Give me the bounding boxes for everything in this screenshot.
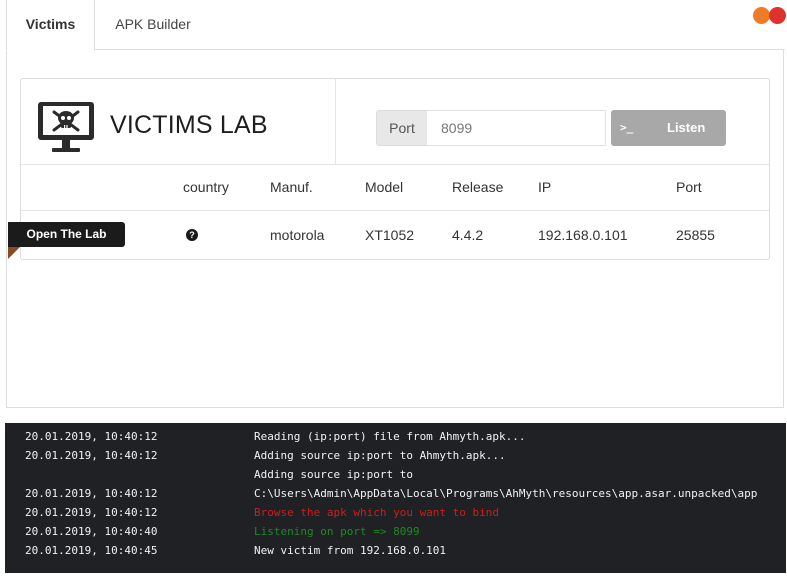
port-input[interactable]: [427, 110, 606, 146]
cell-model: XT1052: [365, 227, 415, 243]
table-row[interactable]: ? motorola XT1052 4.4.2 192.168.0.101 25…: [21, 211, 769, 259]
victims-lab-card: VICTIMS LAB Port >_ Listen country Manuf…: [20, 78, 770, 260]
log-message: C:\Users\Admin\AppData\Local\Programs\Ah…: [254, 487, 758, 500]
log-message: Reading (ip:port) file from Ahmyth.apk..…: [254, 430, 526, 443]
log-entry: 20.01.2019, 10:40:12 Adding source ip:po…: [5, 446, 786, 465]
log-message-error: Browse the apk which you want to bind: [254, 506, 500, 519]
listen-label: Listen: [667, 120, 706, 135]
log-message-success: Listening on port => 8099: [254, 525, 420, 538]
log-timestamp: 20.01.2019, 10:40:12: [25, 506, 158, 519]
log-timestamp: 20.01.2019, 10:40:12: [25, 487, 158, 500]
log-entry: Adding source ip:port to: [5, 465, 786, 484]
cell-manuf: motorola: [270, 227, 325, 243]
minimize-button[interactable]: [753, 7, 770, 24]
log-message: Adding source ip:port to: [254, 468, 413, 481]
cell-ip: 192.168.0.101: [538, 227, 628, 243]
question-circle-icon: ?: [186, 229, 198, 241]
tab-apk-builder[interactable]: APK Builder: [105, 0, 201, 50]
cell-release: 4.4.2: [452, 227, 484, 243]
column-ip: IP: [538, 179, 552, 195]
table-header: country Manuf. Model Release IP Port: [21, 165, 769, 211]
ribbon-fold: [8, 247, 20, 259]
lab-title: VICTIMS LAB: [110, 111, 268, 139]
terminal-icon: >_: [620, 121, 634, 134]
log-console[interactable]: 20.01.2019, 10:40:12 Reading (ip:port) f…: [5, 423, 786, 573]
log-timestamp: 20.01.2019, 10:40:12: [25, 449, 158, 462]
log-entry: 20.01.2019, 10:40:12 C:\Users\Admin\AppD…: [5, 484, 786, 503]
port-label: Port: [376, 110, 427, 146]
header-divider: [335, 79, 336, 164]
cell-port: 25855: [676, 227, 715, 243]
close-button[interactable]: [769, 7, 786, 24]
tab-bar: Victims APK Builder: [0, 0, 787, 51]
log-timestamp: 20.01.2019, 10:40:45: [25, 544, 158, 557]
window-controls: [747, 7, 787, 25]
log-entry: 20.01.2019, 10:40:12 Browse the apk whic…: [5, 503, 786, 522]
log-message: Adding source ip:port to Ahmyth.apk...: [254, 449, 506, 462]
open-the-lab-button[interactable]: Open The Lab: [8, 222, 125, 247]
log-entry: 20.01.2019, 10:40:40 Listening on port =…: [5, 522, 786, 541]
log-entry: 20.01.2019, 10:40:12 Reading (ip:port) f…: [5, 427, 786, 446]
log-entry: 20.01.2019, 10:40:45 New victim from 192…: [5, 541, 786, 560]
column-model: Model: [365, 179, 404, 195]
lab-header: VICTIMS LAB Port >_ Listen: [21, 79, 769, 165]
column-manuf: Manuf.: [270, 179, 313, 195]
column-country: country: [183, 179, 229, 195]
tab-victims[interactable]: Victims: [6, 0, 95, 51]
log-timestamp: 20.01.2019, 10:40:12: [25, 430, 158, 443]
listen-button[interactable]: >_ Listen: [611, 110, 726, 146]
column-release: Release: [452, 179, 504, 195]
column-port: Port: [676, 179, 702, 195]
log-message: New victim from 192.168.0.101: [254, 544, 447, 557]
monitor-skull-icon: [37, 101, 95, 155]
log-timestamp: 20.01.2019, 10:40:40: [25, 525, 158, 538]
